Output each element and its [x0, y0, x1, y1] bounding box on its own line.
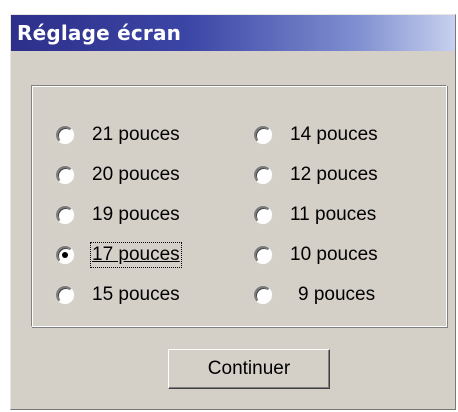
radio-option-20[interactable]: 20 pouces: [56, 162, 180, 188]
radio-label: 11 pouces: [290, 204, 377, 225]
radio-button-icon[interactable]: [254, 206, 272, 224]
radio-option-11[interactable]: 11 pouces: [254, 202, 376, 228]
radio-label: 21 pouces: [92, 124, 180, 145]
radio-button-icon[interactable]: [254, 286, 272, 304]
screen-size-group: 21 pouces 20 pouces 19 pouces 17 pouces …: [31, 85, 447, 327]
radio-option-12[interactable]: 12 pouces: [254, 162, 378, 188]
radio-label: 17 pouces: [90, 242, 182, 268]
radio-option-21[interactable]: 21 pouces: [56, 122, 180, 148]
radio-button-selected-icon[interactable]: [56, 246, 74, 264]
radio-label: 12 pouces: [290, 164, 378, 185]
radio-button-icon[interactable]: [56, 286, 74, 304]
continue-button[interactable]: Continuer: [168, 349, 330, 389]
radio-option-15[interactable]: 15 pouces: [56, 282, 180, 308]
radio-option-10[interactable]: 10 pouces: [254, 242, 378, 268]
screen-settings-dialog: Réglage écran 21 pouces 20 pouces 19 pou…: [10, 14, 456, 410]
radio-label: 10 pouces: [290, 244, 378, 265]
radio-button-icon[interactable]: [56, 126, 74, 144]
radio-label: 19 pouces: [92, 204, 180, 225]
radio-label: 20 pouces: [92, 164, 180, 185]
radio-option-14[interactable]: 14 pouces: [254, 122, 378, 148]
radio-button-icon[interactable]: [56, 206, 74, 224]
radio-option-19[interactable]: 19 pouces: [56, 202, 180, 228]
radio-label: 15 pouces: [92, 284, 180, 305]
title-bar[interactable]: Réglage écran: [11, 15, 455, 51]
radio-button-icon[interactable]: [254, 166, 272, 184]
radio-button-icon[interactable]: [56, 166, 74, 184]
radio-label: 14 pouces: [290, 124, 378, 145]
radio-button-icon[interactable]: [254, 126, 272, 144]
radio-option-17[interactable]: 17 pouces: [56, 242, 182, 268]
radio-label: 9 pouces: [298, 284, 376, 305]
radio-option-9[interactable]: 9 pouces: [254, 282, 375, 308]
radio-button-icon[interactable]: [254, 246, 272, 264]
dialog-title: Réglage écran: [17, 21, 182, 45]
